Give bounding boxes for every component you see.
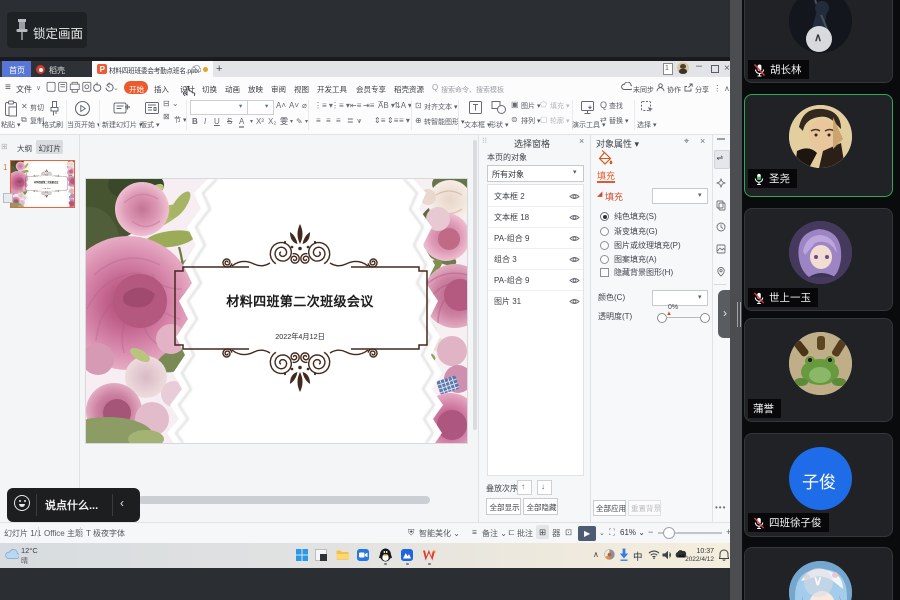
svg-text:2022年4月12日: 2022年4月12日 [275,332,325,341]
svg-text:材料四班第二次班级会议: 材料四班第二次班级会议 [226,294,374,309]
